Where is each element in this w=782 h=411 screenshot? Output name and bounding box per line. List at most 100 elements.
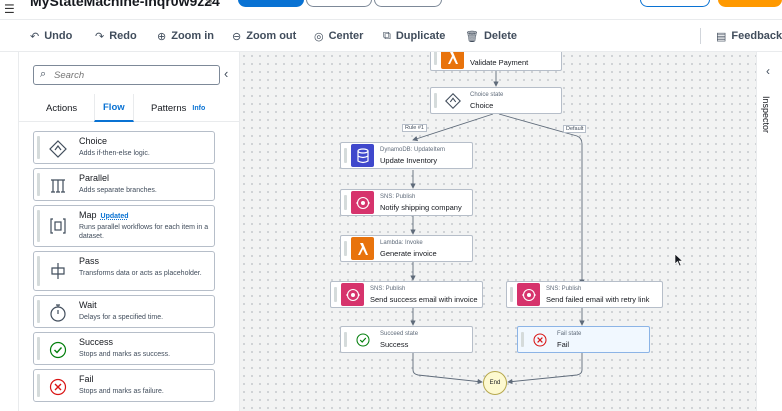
- create-button[interactable]: [718, 0, 782, 7]
- drag-handle[interactable]: [434, 93, 437, 108]
- zoom-in-button[interactable]: ⊕ Zoom in: [157, 20, 214, 52]
- node-type: DynamoDB: UpdateItem: [380, 147, 446, 153]
- node-notify-shipping[interactable]: SNS: Publish Notify shipping company: [340, 189, 473, 216]
- duplicate-label: Duplicate: [395, 30, 446, 42]
- lambda-icon: [351, 237, 374, 260]
- undo-label: Undo: [44, 30, 73, 42]
- redo-icon: ↷: [95, 30, 105, 43]
- duplicate-icon: ⧉: [383, 29, 391, 42]
- state-card-fail[interactable]: Fail Stops and marks as failure.: [33, 369, 215, 402]
- wait-icon: [48, 303, 68, 323]
- feedback-label: Feedback: [731, 30, 782, 42]
- drag-handle[interactable]: [37, 300, 40, 323]
- feedback-icon: ▤: [716, 30, 727, 43]
- drag-handle[interactable]: [344, 241, 347, 256]
- success-icon: [48, 340, 68, 360]
- node-type: Choice state: [470, 92, 504, 98]
- search-field[interactable]: ⌕: [33, 65, 220, 85]
- node-fail[interactable]: Fail state Fail: [517, 326, 650, 353]
- dynamodb-icon: [351, 144, 374, 167]
- tab-patterns-label: Patterns: [151, 102, 187, 114]
- mode-code-button[interactable]: [306, 0, 372, 7]
- node-choice[interactable]: Choice state Choice: [430, 87, 562, 114]
- info-link[interactable]: Info: [192, 105, 205, 112]
- sns-icon: [341, 283, 364, 306]
- search-input[interactable]: [54, 67, 214, 83]
- redo-button[interactable]: ↷ Redo: [95, 20, 137, 52]
- drag-handle[interactable]: [521, 332, 524, 347]
- node-end[interactable]: End: [483, 371, 507, 395]
- end-label: End: [489, 380, 501, 386]
- collapse-panel-chevron-icon[interactable]: ‹: [224, 66, 228, 81]
- tab-patterns[interactable]: Patterns Info: [151, 94, 205, 122]
- inspector-label[interactable]: Inspector: [761, 96, 771, 133]
- state-description: Stops and marks as failure.: [79, 388, 164, 395]
- toolbar-divider: [700, 28, 701, 44]
- node-type: SNS: Publish: [546, 286, 582, 292]
- state-card-success[interactable]: Success Stops and marks as success.: [33, 332, 215, 365]
- edit-name-icon[interactable]: ✎: [204, 0, 214, 8]
- states-browser-panel: ⌕ ‹ Actions Flow Patterns Info Choice Ad…: [18, 52, 240, 411]
- node-validate-payment[interactable]: Validate Payment: [430, 52, 562, 71]
- drag-handle[interactable]: [37, 210, 40, 242]
- node-name: Send failed email with retry link: [546, 295, 650, 304]
- node-send-success-email[interactable]: SNS: Publish Send success email with inv…: [330, 281, 483, 308]
- node-name: Success: [380, 340, 409, 349]
- delete-button[interactable]: 🗑 Delete: [465, 20, 517, 52]
- choice-icon: [48, 139, 68, 159]
- node-generate-invoice[interactable]: Lambda: Invoke Generate invoice: [340, 235, 473, 262]
- drag-handle[interactable]: [344, 195, 347, 210]
- choice-icon: [441, 89, 464, 112]
- drag-handle[interactable]: [37, 256, 40, 286]
- node-type: Lambda: Invoke: [380, 240, 423, 246]
- node-name: Generate invoice: [380, 249, 437, 258]
- node-send-failed-email[interactable]: SNS: Publish Send failed email with retr…: [506, 281, 663, 308]
- state-description: Adds separate branches.: [79, 187, 157, 194]
- state-card-parallel[interactable]: Parallel Adds separate branches.: [33, 168, 215, 201]
- drag-handle[interactable]: [344, 148, 347, 163]
- tab-flow[interactable]: Flow: [94, 94, 134, 122]
- state-machine-title: MyStateMachine-lnqr0w9z24: [30, 0, 220, 9]
- state-card-choice[interactable]: Choice Adds if-then-else logic.: [33, 131, 215, 164]
- drag-handle[interactable]: [434, 52, 437, 65]
- sns-icon: [351, 191, 374, 214]
- inspector-panel: ‹ Inspector: [756, 52, 782, 411]
- node-name: Validate Payment: [470, 58, 529, 67]
- drag-handle[interactable]: [37, 374, 40, 397]
- hamburger-menu-icon[interactable]: ☰: [4, 2, 15, 16]
- actions-button[interactable]: [640, 0, 710, 7]
- feedback-button[interactable]: ▤ Feedback: [716, 20, 782, 52]
- pass-icon: [48, 261, 68, 281]
- center-button[interactable]: ◎ Center: [314, 20, 363, 52]
- undo-button[interactable]: ↶ Undo: [30, 20, 72, 52]
- state-description: Adds if-then-else logic.: [79, 150, 150, 157]
- state-card-pass[interactable]: Pass Transforms data or acts as placehol…: [33, 251, 215, 291]
- node-type: Fail state: [557, 331, 582, 337]
- state-name: Success: [79, 337, 114, 347]
- drag-handle[interactable]: [37, 337, 40, 360]
- map-icon: [48, 216, 68, 236]
- tab-actions[interactable]: Actions: [46, 94, 77, 122]
- drag-handle[interactable]: [344, 332, 347, 347]
- search-icon: ⌕: [40, 68, 47, 80]
- duplicate-button[interactable]: ⧉ Duplicate: [383, 20, 445, 52]
- zoom-out-button[interactable]: ⊖ Zoom out: [232, 20, 296, 52]
- drag-handle[interactable]: [334, 287, 337, 302]
- state-card-wait[interactable]: Wait Delays for a specified time.: [33, 295, 215, 328]
- node-update-inventory[interactable]: DynamoDB: UpdateItem Update Inventory: [340, 142, 473, 169]
- drag-handle[interactable]: [510, 287, 513, 302]
- zoom-out-icon: ⊖: [232, 30, 242, 43]
- state-description: Runs parallel workflows for each item in…: [79, 224, 209, 240]
- mode-design-button[interactable]: [238, 0, 304, 7]
- state-card-map[interactable]: Map Updated Runs parallel workflows for e…: [33, 205, 215, 247]
- drag-handle[interactable]: [37, 136, 40, 159]
- expand-inspector-chevron-icon[interactable]: ‹: [766, 64, 770, 78]
- workflow-canvas[interactable]: Rule #1 Default Validate Payment Choice …: [240, 52, 756, 411]
- node-name: Notify shipping company: [380, 203, 462, 212]
- center-label: Center: [328, 30, 364, 42]
- mode-config-button[interactable]: [374, 0, 442, 7]
- state-name-text: Map: [79, 210, 97, 220]
- zoom-in-icon: ⊕: [157, 30, 167, 43]
- drag-handle[interactable]: [37, 173, 40, 196]
- node-succeed[interactable]: Succeed state Success: [340, 326, 473, 353]
